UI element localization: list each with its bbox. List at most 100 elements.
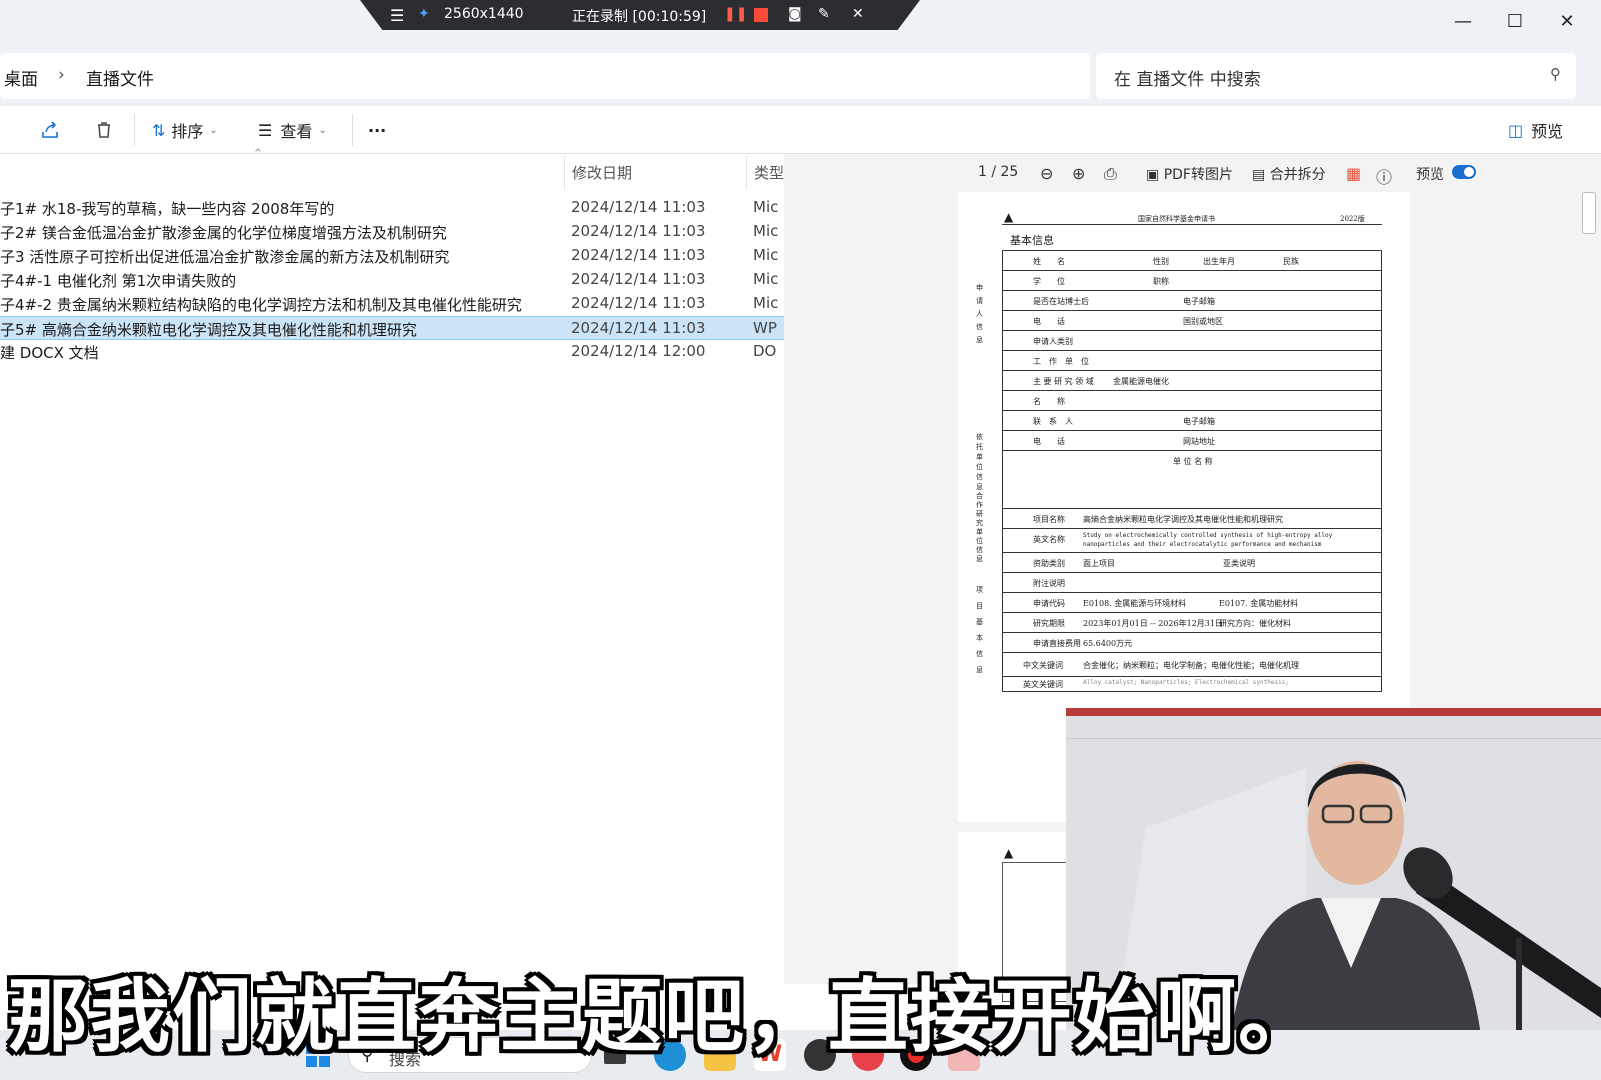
- form-value: Alloy catalyst; Nanoparticles; Electroch…: [1083, 679, 1289, 686]
- stop-icon[interactable]: [754, 8, 768, 22]
- form-label: 电子邮箱: [1183, 297, 1215, 306]
- header-rule: [1002, 224, 1382, 225]
- form-label: 单 位 名 称: [1173, 457, 1213, 466]
- form-label: 英文关键词: [1023, 680, 1063, 689]
- form-label: 英文名称: [1033, 535, 1065, 544]
- form-label: 是否在站博士后: [1033, 297, 1089, 306]
- preview-toolbar: 1 / 25 ⊖ ⊕ ⎙ ▣ PDF转图片 ▤ 合并拆分 ▦ ⓘ 预览: [784, 154, 1601, 192]
- form-label: 国别或地区: [1183, 317, 1223, 326]
- image-icon: ▣: [1146, 167, 1164, 183]
- form-value: 研究方向：催化材料: [1219, 619, 1291, 628]
- preview-scrollbar[interactable]: [1582, 192, 1596, 234]
- merge-split-button[interactable]: ▤ 合并拆分: [1252, 164, 1326, 184]
- help-icon[interactable]: ⓘ: [1376, 164, 1392, 188]
- toolbar-divider: [134, 114, 135, 146]
- sort-button[interactable]: ⇅ 排序 ⌄: [152, 116, 218, 144]
- merge-icon: ▤: [1252, 167, 1270, 183]
- form-label: 主 要 研 究 领 域: [1033, 377, 1094, 386]
- pdf-to-image-button[interactable]: ▣ PDF转图片: [1146, 164, 1233, 184]
- page-indicator: 1 / 25: [978, 164, 1019, 180]
- toolbar-divider: [352, 114, 353, 146]
- file-row[interactable]: 子4#-1 电催化剂 第1次申请失败的 2024/12/14 11:03 Mic: [0, 268, 784, 292]
- column-header-modified[interactable]: 修改日期: [572, 162, 632, 183]
- form-label: 名 称: [1033, 397, 1065, 406]
- pdf-to-image-label: PDF转图片: [1163, 167, 1233, 183]
- nsfc-logo-icon: ▲: [1004, 846, 1014, 860]
- file-date: 2024/12/14 11:03: [571, 270, 706, 288]
- side-group-label: 依托单位信息: [976, 433, 983, 491]
- file-row-selected[interactable]: 子5# 高熵合金纳米颗粒电化学调控及其电催化性能和机理研究 2024/12/14…: [0, 316, 784, 340]
- minimize-button[interactable]: —: [1438, 4, 1488, 38]
- zoom-out-icon[interactable]: ⊖: [1040, 164, 1053, 183]
- zoom-in-icon[interactable]: ⊕: [1072, 164, 1085, 183]
- form-label: 工 作 单 位: [1033, 357, 1089, 366]
- file-row[interactable]: 子2# 镁合金低温冶金扩散渗金属的化学位梯度增强方法及机制研究 2024/12/…: [0, 220, 784, 244]
- form-value: 面上项目: [1083, 559, 1115, 568]
- form-label: 亚类说明: [1223, 559, 1255, 568]
- basic-info-form: 姓 名性别 出生年月 民族 学 位职称 是否在站博士后 电子邮箱 电 话国别或地区 申…: [1002, 250, 1382, 692]
- doc-header-version: 2022版: [1340, 215, 1365, 223]
- file-row[interactable]: 子1# 水18-我写的草稿，缺一些内容 2008年写的 2024/12/14 1…: [0, 196, 784, 220]
- delete-icon[interactable]: [94, 116, 114, 144]
- apps-icon[interactable]: ▦: [1346, 164, 1361, 183]
- form-label: 学 位: [1033, 277, 1065, 286]
- form-label: 申请人类别: [1033, 337, 1073, 346]
- search-icon[interactable]: ⚲: [1550, 65, 1561, 83]
- form-value: Study on electrochemically controlled sy…: [1083, 532, 1333, 548]
- breadcrumb-desktop[interactable]: 桌面: [4, 65, 38, 90]
- file-row[interactable]: 子3 活性原子可控析出促进低温冶金扩散渗金属的新方法及机制研究 2024/12/…: [0, 244, 784, 268]
- form-label: 项目名称: [1033, 515, 1065, 524]
- file-type: Mic: [753, 246, 779, 264]
- preview-pane-label: 预览: [1531, 122, 1564, 141]
- view-button[interactable]: ☰ 查看 ⌄: [258, 116, 327, 144]
- column-separator[interactable]: [746, 156, 747, 190]
- breadcrumb[interactable]: 桌面 › 直播文件: [0, 53, 1090, 99]
- view-icon: ☰: [258, 120, 273, 140]
- title-bar: ☰ ✦ 2560x1440 正在录制 [00:10:59] ❚❚ ◙ ✎ ✕ —…: [0, 0, 1601, 44]
- merge-split-label: 合并拆分: [1269, 167, 1326, 183]
- file-name: 子1# 水18-我写的草稿，缺一些内容 2008年写的: [0, 200, 335, 218]
- file-row[interactable]: 建 DOCX 文档 2024/12/14 12:00 DO: [0, 340, 784, 364]
- menu-icon[interactable]: ☰: [390, 6, 404, 25]
- video-subtitle: 那我们就直奔主题吧，直接开始啊。: [8, 970, 1320, 1063]
- file-row[interactable]: 子4#-2 贵金属纳米颗粒结构缺陷的电化学调控方法和机制及其电催化性能研究 20…: [0, 292, 784, 316]
- form-value: 65.6400万元: [1083, 639, 1133, 648]
- file-date: 2024/12/14 12:00: [571, 342, 706, 360]
- file-date: 2024/12/14 11:03: [571, 198, 706, 216]
- column-separator[interactable]: [564, 156, 565, 190]
- sort-icon: ⇅: [152, 120, 166, 140]
- breadcrumb-folder[interactable]: 直播文件: [86, 65, 154, 90]
- side-group-label: 项目基本信息: [976, 586, 983, 674]
- close-button[interactable]: ✕: [1542, 4, 1592, 38]
- preview-toggle-label: 预览: [1416, 167, 1444, 183]
- print-icon[interactable]: ⎙: [1104, 164, 1117, 184]
- form-label: 联 系 人: [1033, 417, 1073, 426]
- pause-icon[interactable]: ❚❚: [724, 6, 747, 22]
- close-recording-icon[interactable]: ✕: [852, 6, 864, 22]
- nsfc-logo-icon: ▲: [1004, 210, 1014, 224]
- side-group-label: 申请人信息: [976, 284, 983, 344]
- share-icon[interactable]: [40, 116, 60, 144]
- file-type: DO: [753, 342, 777, 360]
- maximize-button[interactable]: ☐: [1490, 4, 1540, 38]
- preview-pane-button[interactable]: ◫ 预览: [1508, 116, 1563, 144]
- form-label: 申请直接费用: [1033, 639, 1081, 648]
- file-name: 子3 活性原子可控析出促进低温冶金扩散渗金属的新方法及机制研究: [0, 248, 450, 266]
- doc-header: 国家自然科学基金申请书: [1138, 215, 1215, 223]
- camera-icon[interactable]: ◙: [788, 6, 802, 22]
- search-input[interactable]: 在 直播文件 中搜索 ⚲: [1096, 53, 1576, 99]
- form-value: E0107. 金属功能材料: [1219, 599, 1299, 608]
- preview-toggle[interactable]: [1452, 165, 1476, 179]
- pin-icon[interactable]: ✦: [418, 6, 430, 22]
- recording-resolution: 2560x1440: [444, 6, 524, 22]
- column-header-type[interactable]: 类型: [754, 162, 784, 183]
- form-value: 合金催化；纳米颗粒；电化学制备；电催化性能；电催化机理: [1083, 661, 1299, 670]
- form-label: 研究期限: [1033, 619, 1065, 628]
- sort-indicator-icon: ^: [254, 148, 263, 159]
- file-list: ^ 修改日期 类型 子1# 水18-我写的草稿，缺一些内容 2008年写的 20…: [0, 148, 784, 984]
- form-value: E0108. 金属能源与环境材料: [1083, 599, 1187, 608]
- view-label: 查看: [280, 122, 313, 141]
- recording-status: 正在录制 [00:10:59]: [572, 9, 707, 25]
- pen-icon[interactable]: ✎: [818, 6, 830, 22]
- more-button[interactable]: ···: [368, 116, 386, 144]
